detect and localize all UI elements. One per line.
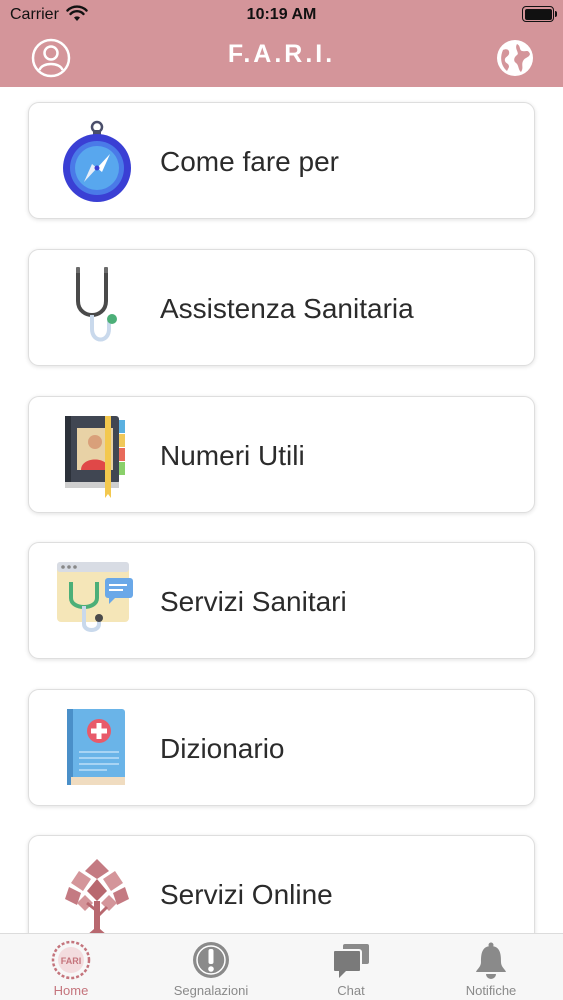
- menu-list[interactable]: Come fare per Assistenza Sanitaria Numer…: [0, 87, 563, 933]
- tab-bar: FARI Home Segnalazioni Chat Notifiche: [0, 933, 563, 1000]
- chat-bubbles-icon: [332, 944, 369, 978]
- tab-chat[interactable]: Chat: [281, 934, 421, 1000]
- page-title: F.A.R.I.: [227, 40, 336, 68]
- stethoscope-icon: [76, 267, 117, 342]
- app-header: Carrier 10:19 AM F.A.R.I.: [0, 0, 563, 87]
- menu-item-label: Dizionario: [160, 733, 285, 764]
- tab-segnalazioni[interactable]: Segnalazioni: [141, 934, 281, 1000]
- tab-label: Chat: [337, 983, 365, 998]
- fari-logo-icon: FARI: [51, 940, 91, 980]
- menu-item-label: Servizi Sanitari: [160, 586, 347, 617]
- tab-home[interactable]: FARI Home: [1, 934, 141, 1000]
- menu-item-label: Servizi Online: [160, 879, 333, 910]
- bell-icon: [476, 942, 506, 979]
- menu-item-numeri-utili[interactable]: Numeri Utili: [28, 396, 535, 513]
- exclamation-circle-icon: [193, 942, 229, 978]
- svg-text:FARI: FARI: [61, 956, 82, 966]
- address-book-icon: [65, 416, 125, 498]
- menu-item-assistenza-sanitaria[interactable]: Assistenza Sanitaria: [28, 249, 535, 366]
- menu-item-servizi-sanitari[interactable]: Servizi Sanitari: [28, 542, 535, 659]
- health-services-icon: [57, 562, 133, 632]
- tab-notifiche[interactable]: Notifiche: [421, 934, 561, 1000]
- tab-label: Segnalazioni: [173, 983, 249, 998]
- menu-item-come-fare-per[interactable]: Come fare per: [28, 102, 535, 219]
- tab-label: Home: [53, 983, 89, 998]
- menu-item-dizionario[interactable]: Dizionario: [28, 689, 535, 806]
- battery-icon: [522, 6, 557, 22]
- tree-icon: [65, 859, 129, 933]
- status-bar: Carrier 10:19 AM: [0, 0, 563, 30]
- medical-book-icon: [67, 709, 125, 785]
- menu-item-servizi-online[interactable]: Servizi Online: [28, 835, 535, 933]
- menu-item-label: Numeri Utili: [160, 440, 305, 471]
- tab-label: Notifiche: [465, 983, 517, 998]
- globe-icon[interactable]: [495, 38, 535, 78]
- menu-item-label: Come fare per: [160, 146, 339, 177]
- status-time: 10:19 AM: [246, 6, 317, 23]
- compass-icon: [63, 120, 131, 202]
- menu-item-label: Assistenza Sanitaria: [160, 293, 414, 324]
